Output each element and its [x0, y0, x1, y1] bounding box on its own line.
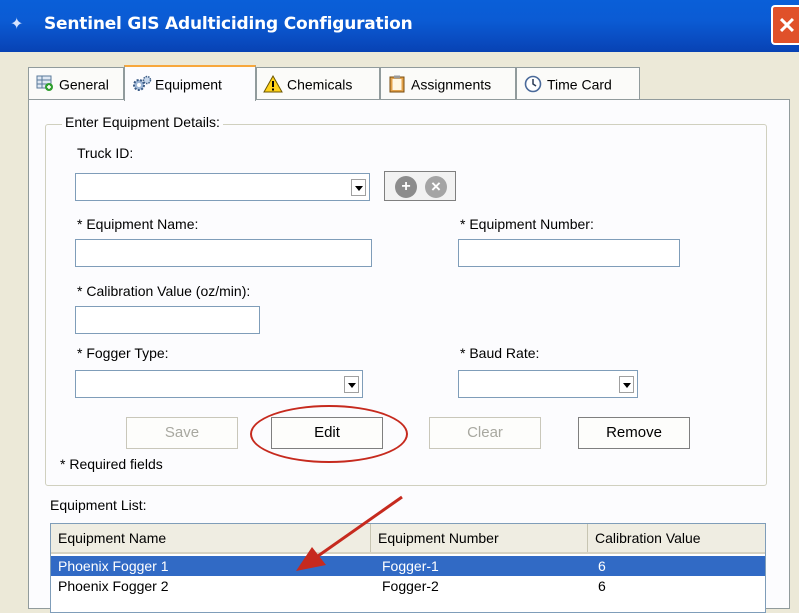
- window-title: Sentinel GIS Adulticiding Configuration: [44, 14, 413, 34]
- truck-id-actions: + ×: [384, 171, 456, 201]
- chevron-down-icon[interactable]: [619, 376, 634, 393]
- column-calibration-value[interactable]: Calibration Value: [588, 524, 765, 552]
- tab-label: General: [59, 76, 109, 93]
- row-equipment-name: Phoenix Fogger 2: [58, 578, 169, 594]
- tab-general[interactable]: General: [28, 67, 124, 99]
- calibration-value-field[interactable]: [75, 306, 260, 334]
- calibration-value-label: * Calibration Value (oz/min):: [77, 283, 251, 299]
- edit-highlight-annotation: [250, 405, 408, 463]
- tab-label: Assignments: [411, 76, 492, 93]
- clipboard-icon: [387, 75, 407, 93]
- list-header: Equipment Name Equipment Number Calibrat…: [51, 524, 765, 554]
- row-equipment-name: Phoenix Fogger 1: [58, 558, 169, 574]
- baud-rate-label: * Baud Rate:: [460, 345, 540, 361]
- clock-icon: [523, 75, 543, 93]
- gears-icon: [131, 75, 152, 93]
- equipment-number-label: * Equipment Number:: [460, 216, 594, 232]
- close-button[interactable]: ✕: [771, 5, 799, 45]
- tab-time-card[interactable]: Time Card: [516, 67, 640, 99]
- remove-button[interactable]: Remove: [578, 417, 690, 449]
- tab-chemicals[interactable]: Chemicals: [256, 67, 380, 99]
- column-equipment-name[interactable]: Equipment Name: [51, 524, 371, 552]
- plus-icon: +: [401, 178, 411, 195]
- app-icon: ✦: [10, 16, 24, 33]
- tab-label: Equipment: [155, 76, 222, 93]
- tab-label: Time Card: [547, 76, 612, 93]
- tab-equipment[interactable]: Equipment: [124, 65, 256, 101]
- row-equipment-number: Fogger-2: [382, 578, 439, 594]
- warning-icon: [263, 75, 283, 93]
- equipment-name-label: * Equipment Name:: [77, 216, 199, 232]
- equipment-list-label: Equipment List:: [50, 497, 147, 513]
- baud-rate-select[interactable]: [458, 370, 638, 398]
- add-truck-button[interactable]: +: [395, 176, 417, 198]
- equipment-number-field[interactable]: [458, 239, 680, 267]
- chevron-down-icon[interactable]: [344, 376, 359, 393]
- clear-button[interactable]: Clear: [429, 417, 541, 449]
- table-row[interactable]: Phoenix Fogger 1 Fogger-1 6: [51, 556, 765, 576]
- equipment-name-field[interactable]: [75, 239, 372, 267]
- chevron-down-icon[interactable]: [351, 179, 366, 196]
- row-calibration-value: 6: [598, 558, 606, 574]
- grid-plus-icon: [35, 75, 55, 93]
- tab-assignments[interactable]: Assignments: [380, 67, 516, 99]
- x-icon: ×: [431, 177, 441, 196]
- table-row[interactable]: Phoenix Fogger 2 Fogger-2 6: [51, 576, 765, 596]
- fogger-type-label: * Fogger Type:: [77, 345, 169, 361]
- truck-id-select[interactable]: [75, 173, 370, 201]
- title-bar: ✦ Sentinel GIS Adulticiding Configuratio…: [0, 0, 799, 52]
- row-equipment-number: Fogger-1: [382, 558, 439, 574]
- group-title: Enter Equipment Details:: [62, 114, 223, 130]
- close-icon: ✕: [777, 13, 797, 38]
- column-equipment-number[interactable]: Equipment Number: [371, 524, 588, 552]
- tab-label: Chemicals: [287, 76, 353, 93]
- row-calibration-value: 6: [598, 578, 606, 594]
- save-button[interactable]: Save: [126, 417, 238, 449]
- fogger-type-select[interactable]: [75, 370, 363, 398]
- required-fields-note: * Required fields: [60, 456, 163, 472]
- remove-truck-button[interactable]: ×: [425, 176, 447, 198]
- truck-id-label: Truck ID:: [77, 145, 134, 161]
